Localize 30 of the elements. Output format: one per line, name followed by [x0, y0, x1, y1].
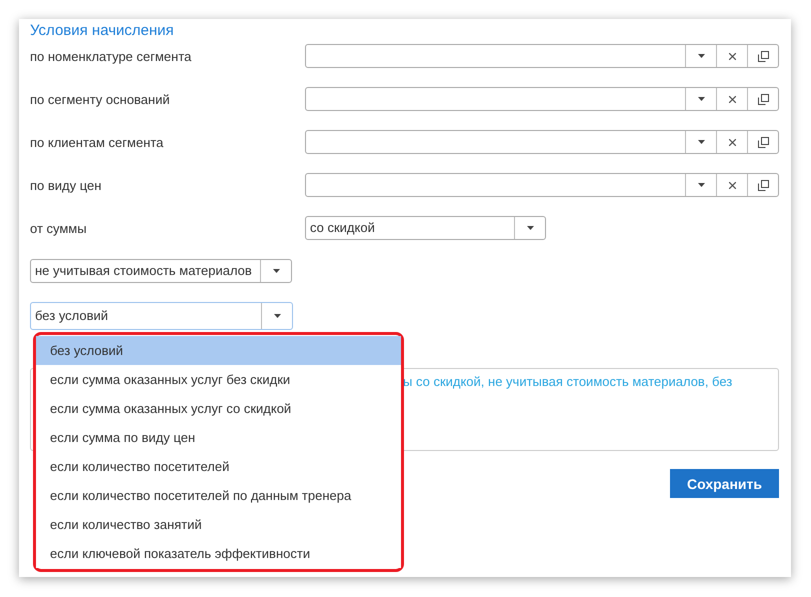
- close-icon: [728, 138, 736, 146]
- field-label: от суммы: [30, 220, 88, 236]
- window-icon: [758, 180, 768, 190]
- field-label: по номенклатуре сегмента: [30, 48, 192, 64]
- caret-icon: [698, 97, 704, 101]
- window-icon: [758, 136, 768, 148]
- caret-icon: [274, 314, 280, 318]
- lookup-field[interactable]: [305, 87, 779, 111]
- lookup-field[interactable]: [305, 130, 779, 154]
- caret-icon: [698, 54, 704, 58]
- window-icon: [758, 50, 768, 62]
- caret-icon: [698, 183, 704, 187]
- section-title: Условия начисления: [30, 21, 175, 41]
- lookup-field[interactable]: [305, 44, 779, 68]
- caret-icon: [272, 269, 280, 273]
- window-icon: [758, 94, 768, 104]
- select-field[interactable]: со скидкой: [305, 216, 546, 240]
- close-icon: [728, 182, 736, 188]
- close-icon: [728, 52, 736, 60]
- select-field[interactable]: без условий: [30, 302, 293, 330]
- save-button[interactable]: Сохранить: [670, 469, 779, 498]
- select-field[interactable]: не учитывая стоимость материалов: [30, 259, 292, 283]
- caret-icon: [698, 140, 704, 144]
- dropdown-option[interactable]: без условий: [36, 336, 401, 365]
- field-label: по сегменту оснований: [30, 92, 171, 106]
- close-icon: [728, 96, 736, 102]
- caret-icon: [526, 226, 534, 230]
- lookup-field[interactable]: [305, 173, 779, 197]
- field-label: по виду цен: [30, 178, 102, 192]
- field-label: по клиентам сегмента: [30, 134, 164, 150]
